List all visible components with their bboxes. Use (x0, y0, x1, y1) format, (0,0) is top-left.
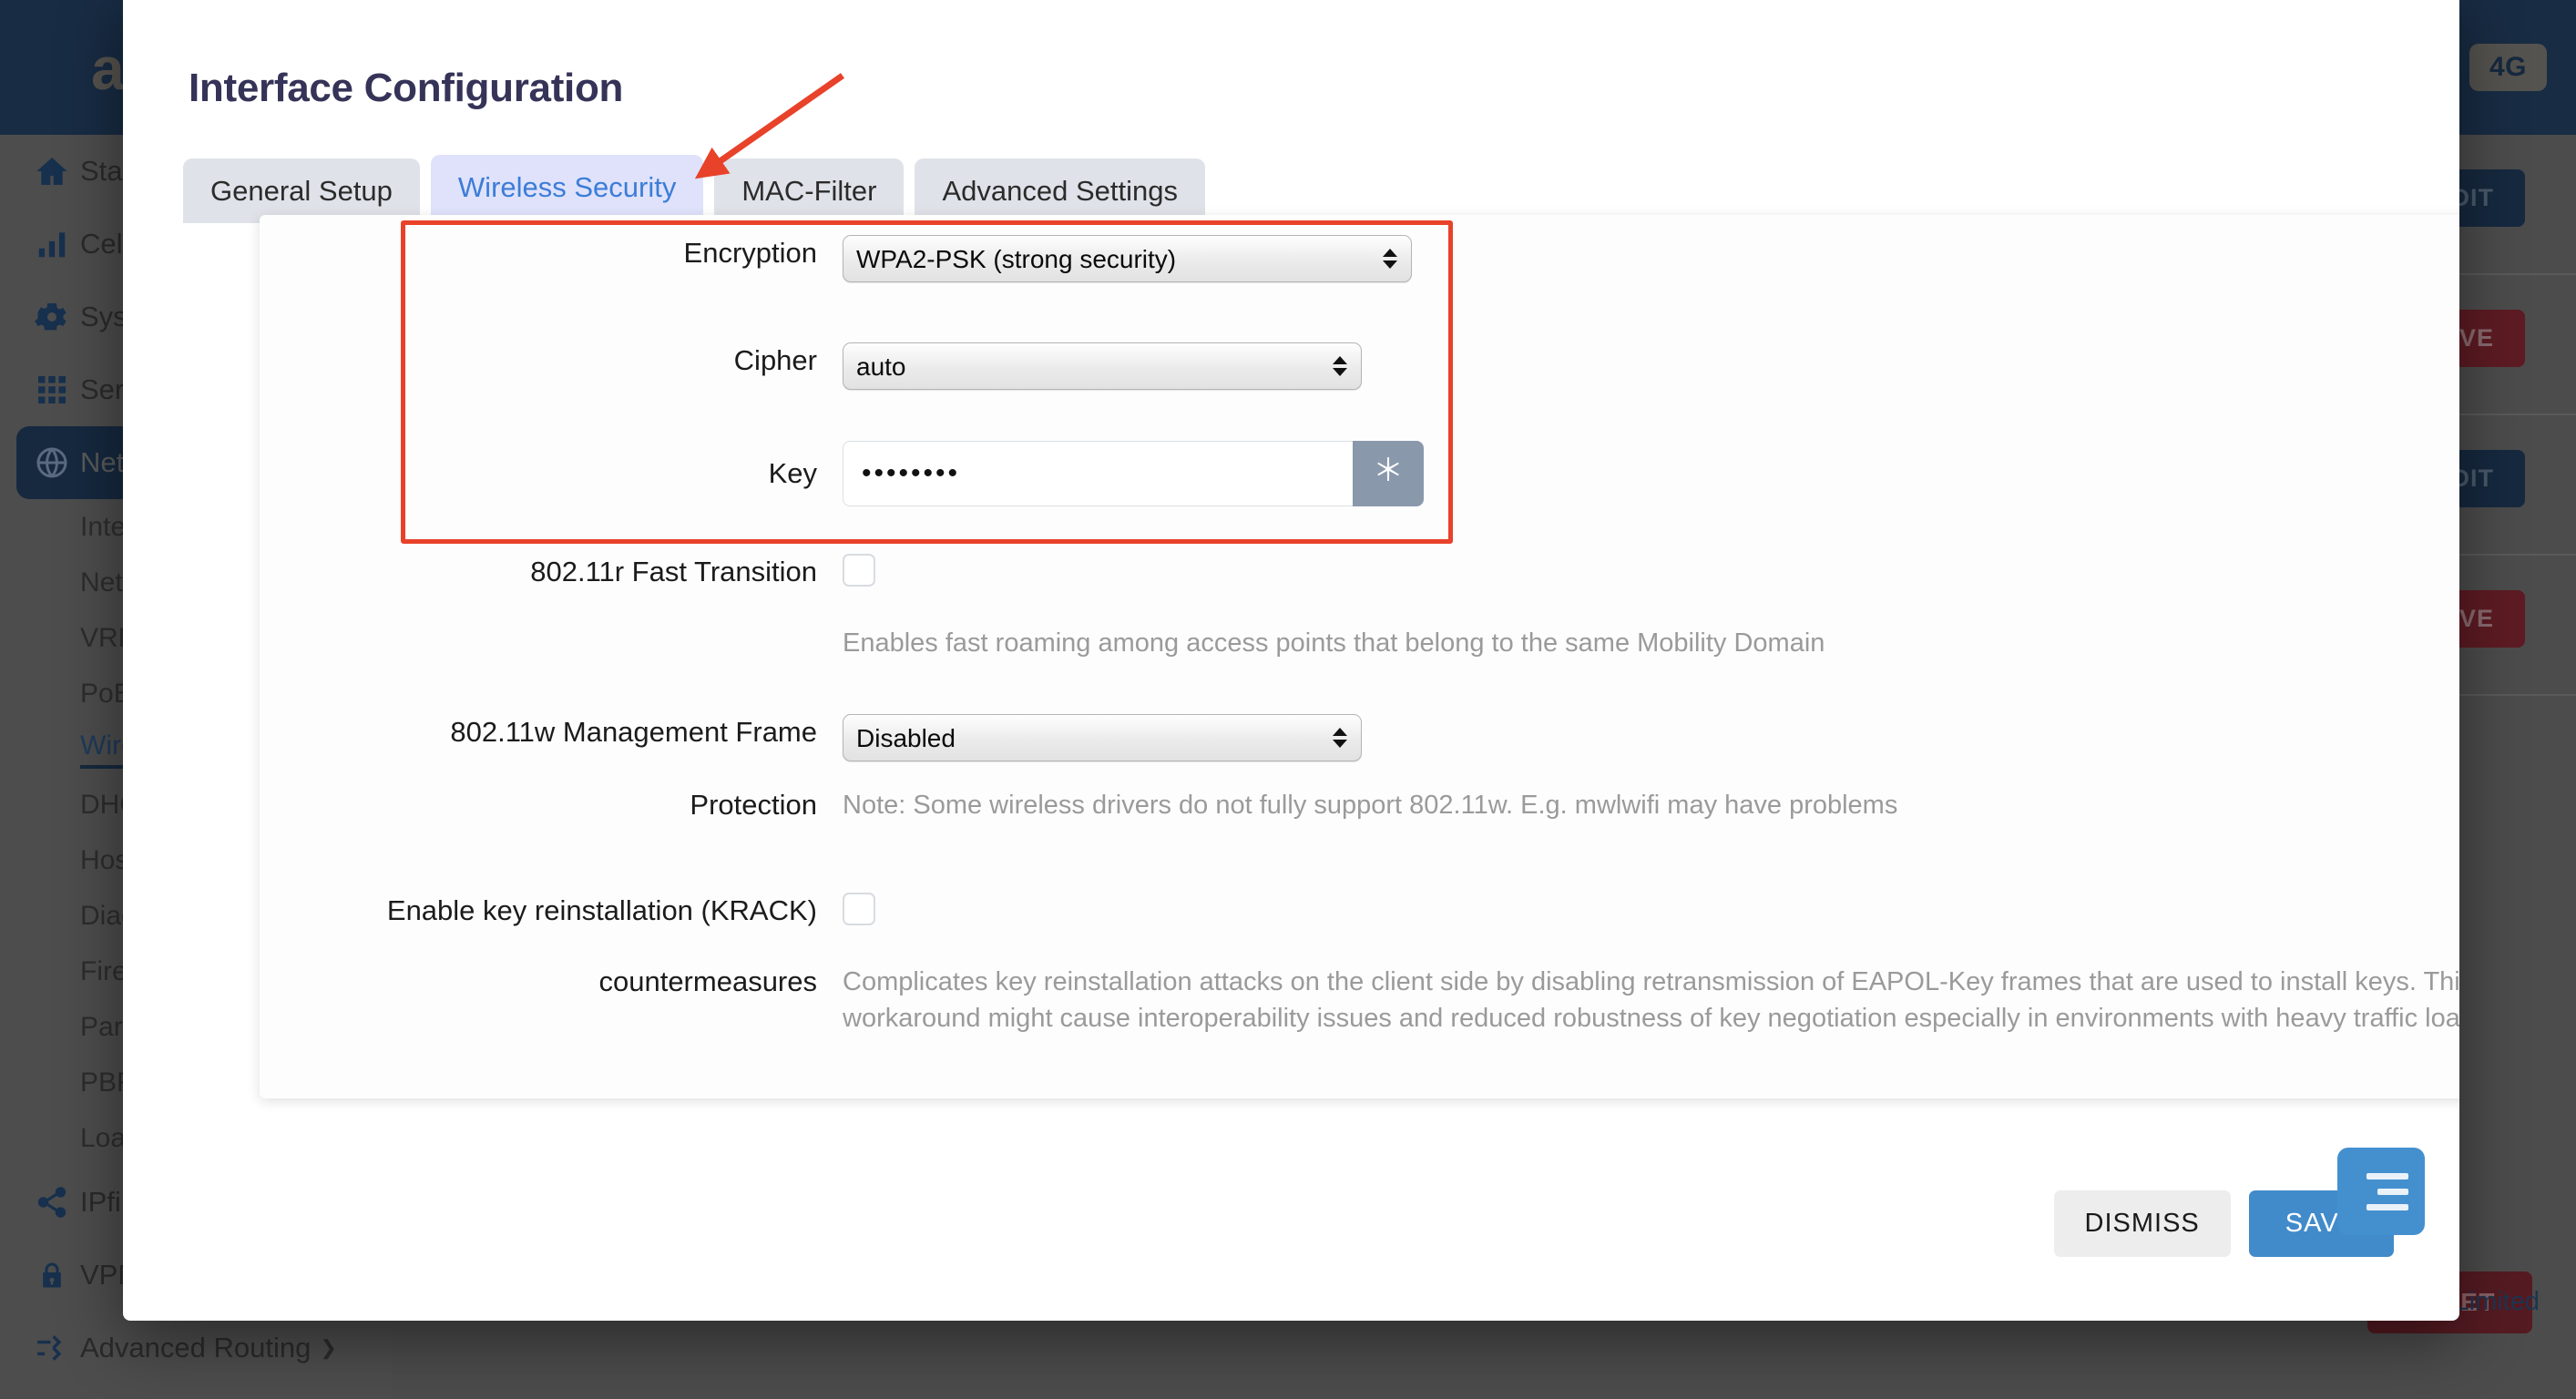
dismiss-button[interactable]: DISMISS (2053, 1190, 2231, 1257)
sidebar-subitem-label: Inte (80, 511, 127, 542)
mgmt-frame-help: Note: Some wireless drivers do not fully… (843, 791, 1898, 820)
fast-transition-checkbox[interactable] (843, 554, 875, 587)
mgmt-frame-select-wrap: Disabled (843, 714, 1362, 761)
field-help-mgmt-frame: Protection Note: Some wireless drivers d… (260, 787, 2459, 823)
field-row-fast-transition: 802.11r Fast Transition (260, 554, 2459, 591)
field-help-krack: countermeasures Complicates key reinstal… (260, 964, 2459, 1036)
sidebar-item-label: Sys (80, 301, 128, 332)
mgmt-frame-label-line2: Protection (690, 789, 817, 821)
key-label: Key (768, 457, 817, 489)
sidebar-subitem-label: Hos (80, 844, 129, 875)
sidebar-item-advanced-routing[interactable]: Advanced Routing ❯ (0, 1312, 392, 1384)
krack-checkbox[interactable] (843, 893, 875, 925)
asterisk-icon[interactable]: ＊ (1353, 441, 1424, 506)
route-icon (24, 1331, 80, 1365)
fab-bar (2366, 1172, 2408, 1179)
cipher-label: Cipher (733, 344, 817, 376)
menu-fab-button[interactable] (2337, 1148, 2425, 1235)
sidebar-item-label: Net (80, 446, 125, 478)
tab-advanced-settings[interactable]: Advanced Settings (915, 158, 1205, 223)
tab-general-setup[interactable]: General Setup (183, 158, 420, 223)
sidebar-item-label: Ser (80, 373, 125, 405)
chevron-right-icon: ❯ (320, 1336, 337, 1359)
sidebar-item-label: Advanced Routing (80, 1332, 312, 1363)
mgmt-frame-label: 802.11w Management Frame (450, 716, 817, 748)
fab-bar (2377, 1188, 2408, 1195)
sidebar-item-label: IPfi (80, 1186, 121, 1218)
field-row-cipher: Cipher auto (260, 342, 2459, 390)
grid-icon (24, 373, 80, 406)
sidebar-subitem-label: Fire (80, 955, 128, 986)
sidebar-item-label: Cel (80, 228, 123, 260)
encryption-label: Encryption (683, 237, 817, 269)
fast-transition-help: Enables fast roaming among access points… (843, 628, 1825, 658)
krack-label-line2: countermeasures (598, 965, 817, 997)
tab-wireless-security[interactable]: Wireless Security (430, 155, 704, 223)
field-row-encryption: Encryption WPA2-PSK (strong security) (260, 235, 2459, 282)
status-badge-4g: 4G (2469, 44, 2547, 91)
encryption-select[interactable]: WPA2-PSK (strong security) (843, 235, 1412, 282)
share-icon (24, 1185, 80, 1220)
field-row-krack: Enable key reinstallation (KRACK) (260, 893, 2459, 930)
key-input[interactable] (843, 441, 1353, 506)
page-title: Interface Configuration (189, 66, 624, 110)
cipher-select[interactable]: auto (843, 342, 1362, 390)
bar-chart-icon (24, 227, 80, 261)
wireless-security-panel: Encryption WPA2-PSK (strong security) Ci… (260, 215, 2459, 1098)
globe-icon (24, 444, 80, 481)
field-row-mgmt-frame: 802.11w Management Frame Disabled (260, 714, 2459, 761)
interface-configuration-modal: Interface Configuration General Setup Wi… (123, 0, 2459, 1321)
fast-transition-label: 802.11r Fast Transition (530, 556, 817, 587)
gear-icon (24, 299, 80, 335)
sidebar-item-label: Sta (80, 155, 123, 187)
tab-strip: General Setup Wireless Security MAC-Filt… (183, 155, 1205, 223)
tab-mac-filter[interactable]: MAC-Filter (714, 158, 905, 223)
fab-bar (2366, 1203, 2408, 1210)
cipher-select-wrap: auto (843, 342, 1362, 390)
lock-icon (24, 1259, 80, 1292)
krack-label: Enable key reinstallation (KRACK) (386, 894, 817, 926)
field-row-key: Key ＊ (260, 441, 2459, 506)
mgmt-frame-select[interactable]: Disabled (843, 714, 1362, 761)
field-help-fast-transition: Enables fast roaming among access points… (260, 625, 2459, 661)
key-input-group: ＊ (843, 441, 2459, 506)
home-icon (24, 153, 80, 189)
krack-help: Complicates key reinstallation attacks o… (843, 967, 2459, 1033)
encryption-select-wrap: WPA2-PSK (strong security) (843, 235, 1412, 282)
